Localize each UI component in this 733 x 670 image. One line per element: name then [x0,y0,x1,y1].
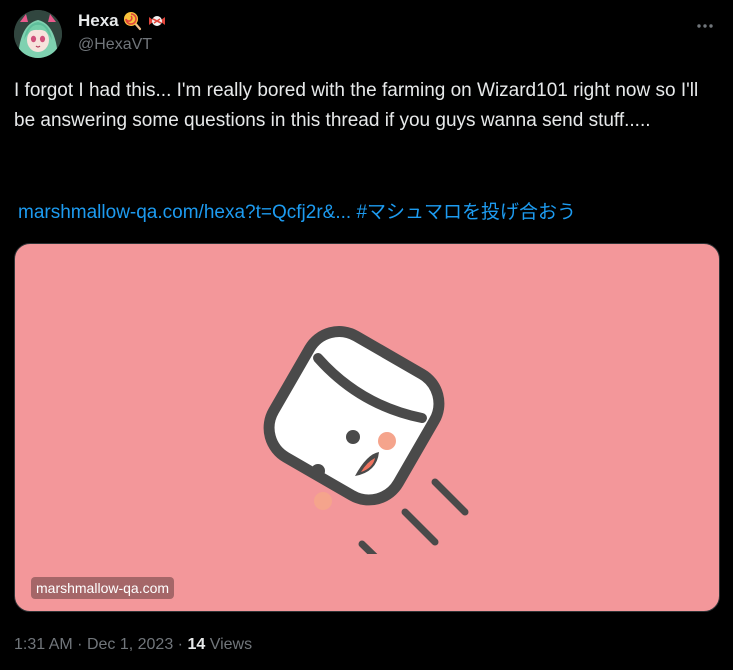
views-count: 14 [187,636,206,653]
display-name[interactable]: Hexa [78,11,119,31]
tweet-links: marshmallow-qa.com/hexa?t=Qcfj2r&... #マシ… [18,199,576,227]
meta-separator: · [77,636,83,653]
tweet-date[interactable]: Dec 1, 2023 [87,636,173,653]
tweet-header: Hexa @HexaVT [14,8,721,60]
tweet-time[interactable]: 1:31 AM [14,636,73,653]
avatar-image [14,10,62,58]
meta-separator: · [177,636,183,653]
card-domain-label: marshmallow-qa.com [31,577,175,599]
more-options-button[interactable] [693,14,717,38]
views-label: Views [209,636,253,653]
more-dots-icon [697,24,713,28]
tweet: Hexa @HexaVT I forgot I had this... I'm … [0,0,733,670]
user-handle[interactable]: @HexaVT [78,36,167,54]
marshmallow-mascot-icon [263,326,469,554]
hashtag-link[interactable]: #マシュマロを投げ合おう [356,202,576,223]
lollipop-emoji-icon [123,11,143,31]
marshmallow-link[interactable]: marshmallow-qa.com/hexa?t=Qcfj2r&... [18,202,351,223]
link-preview-card[interactable]: marshmallow-qa.com [14,243,720,612]
display-name-row: Hexa [78,10,167,32]
candy-emoji-icon [147,11,167,31]
tweet-metadata: 1:31 AM · Dec 1, 2023 · 14 Views [14,636,252,654]
tweet-text: I forgot I had this... I'm really bored … [14,80,704,131]
author-names: Hexa @HexaVT [78,10,167,54]
avatar[interactable] [14,10,62,58]
